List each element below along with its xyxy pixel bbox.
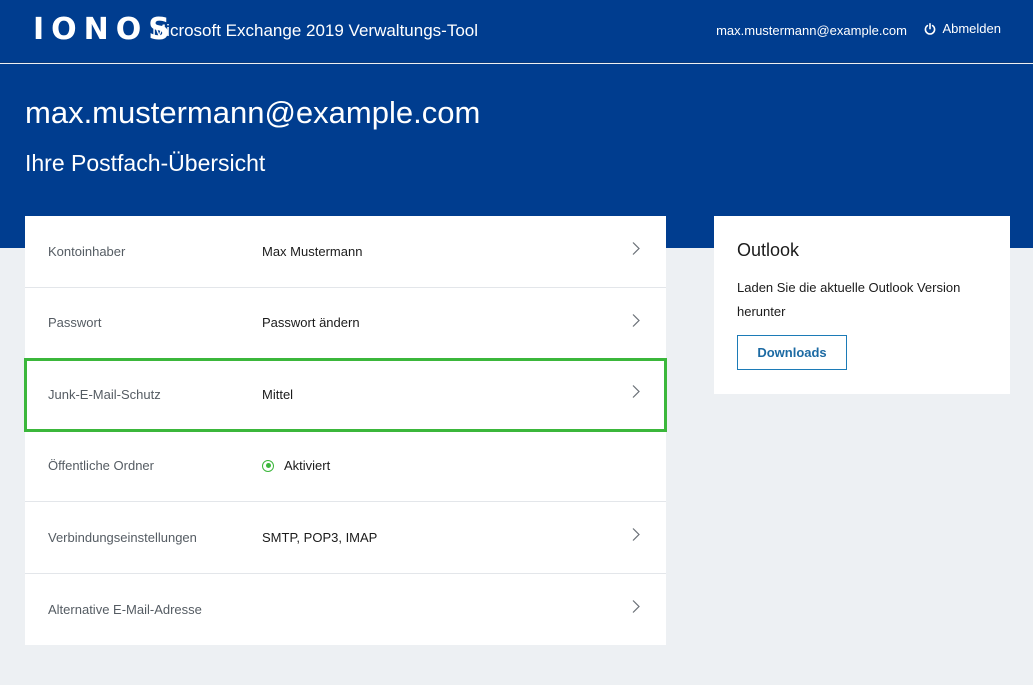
row-value: Mittel <box>262 387 293 402</box>
row-value-text: SMTP, POP3, IMAP <box>262 529 378 545</box>
mailbox-settings-panel: Kontoinhaber Max Mustermann Passwort Pas… <box>24 216 667 646</box>
outlook-card-text: Laden Sie die aktuelle Outlook Version h… <box>737 280 961 319</box>
downloads-button[interactable]: Downloads <box>737 335 847 370</box>
radio-checked-icon <box>262 459 274 472</box>
top-navigation-bar: IONOS Microsoft Exchange 2019 Verwaltung… <box>0 0 1033 63</box>
row-label: Alternative E-Mail-Adresse <box>48 601 202 617</box>
settings-row-account-holder[interactable]: Kontoinhaber Max Mustermann <box>25 216 666 288</box>
row-label: Kontoinhaber <box>48 243 126 259</box>
row-value-text: Mittel <box>262 386 294 402</box>
logout-button[interactable]: Abmelden <box>924 20 1001 38</box>
row-value: Passwort ändern <box>262 315 360 330</box>
row-value: SMTP, POP3, IMAP <box>262 530 377 545</box>
row-value: Aktiviert <box>262 458 330 473</box>
chevron-right-icon[interactable] <box>632 528 640 547</box>
row-label: Verbindungseinstellungen <box>48 529 197 545</box>
row-value-text: Passwort ändern <box>262 315 360 331</box>
settings-row-junk-mail-protection[interactable]: Junk-E-Mail-Schutz Mittel <box>24 358 667 432</box>
page-subtitle: Ihre Postfach-Übersicht <box>25 150 266 176</box>
row-label: Öffentliche Ordner <box>48 458 154 474</box>
logout-label: Abmelden <box>942 21 1001 36</box>
row-value: Max Mustermann <box>262 244 362 259</box>
row-label: Junk-E-Mail-Schutz <box>48 386 161 402</box>
app-title: Microsoft Exchange 2019 Verwaltungs-Tool <box>152 21 479 40</box>
chevron-right-icon[interactable] <box>632 313 640 332</box>
user-email: max.mustermann@example.com <box>716 23 907 38</box>
chevron-right-icon[interactable] <box>632 600 640 619</box>
settings-row-connection-settings[interactable]: Verbindungseinstellungen SMTP, POP3, IMA… <box>25 502 666 574</box>
settings-row-alternative-email[interactable]: Alternative E-Mail-Adresse <box>25 574 666 646</box>
outlook-card-title: Outlook <box>737 240 800 260</box>
chevron-right-icon[interactable] <box>632 385 640 404</box>
settings-row-public-folders: Öffentliche Ordner Aktiviert <box>25 431 666 502</box>
settings-row-password[interactable]: Passwort Passwort ändern <box>25 288 666 359</box>
chevron-right-icon[interactable] <box>632 242 640 261</box>
power-icon <box>924 23 936 35</box>
outlook-card: Outlook Laden Sie die aktuelle Outlook V… <box>714 216 1010 394</box>
page-title: max.mustermann@example.com <box>25 95 481 130</box>
row-value-text: Max Mustermann <box>262 243 363 259</box>
status-text: Aktiviert <box>284 458 331 474</box>
row-label: Passwort <box>48 315 102 331</box>
